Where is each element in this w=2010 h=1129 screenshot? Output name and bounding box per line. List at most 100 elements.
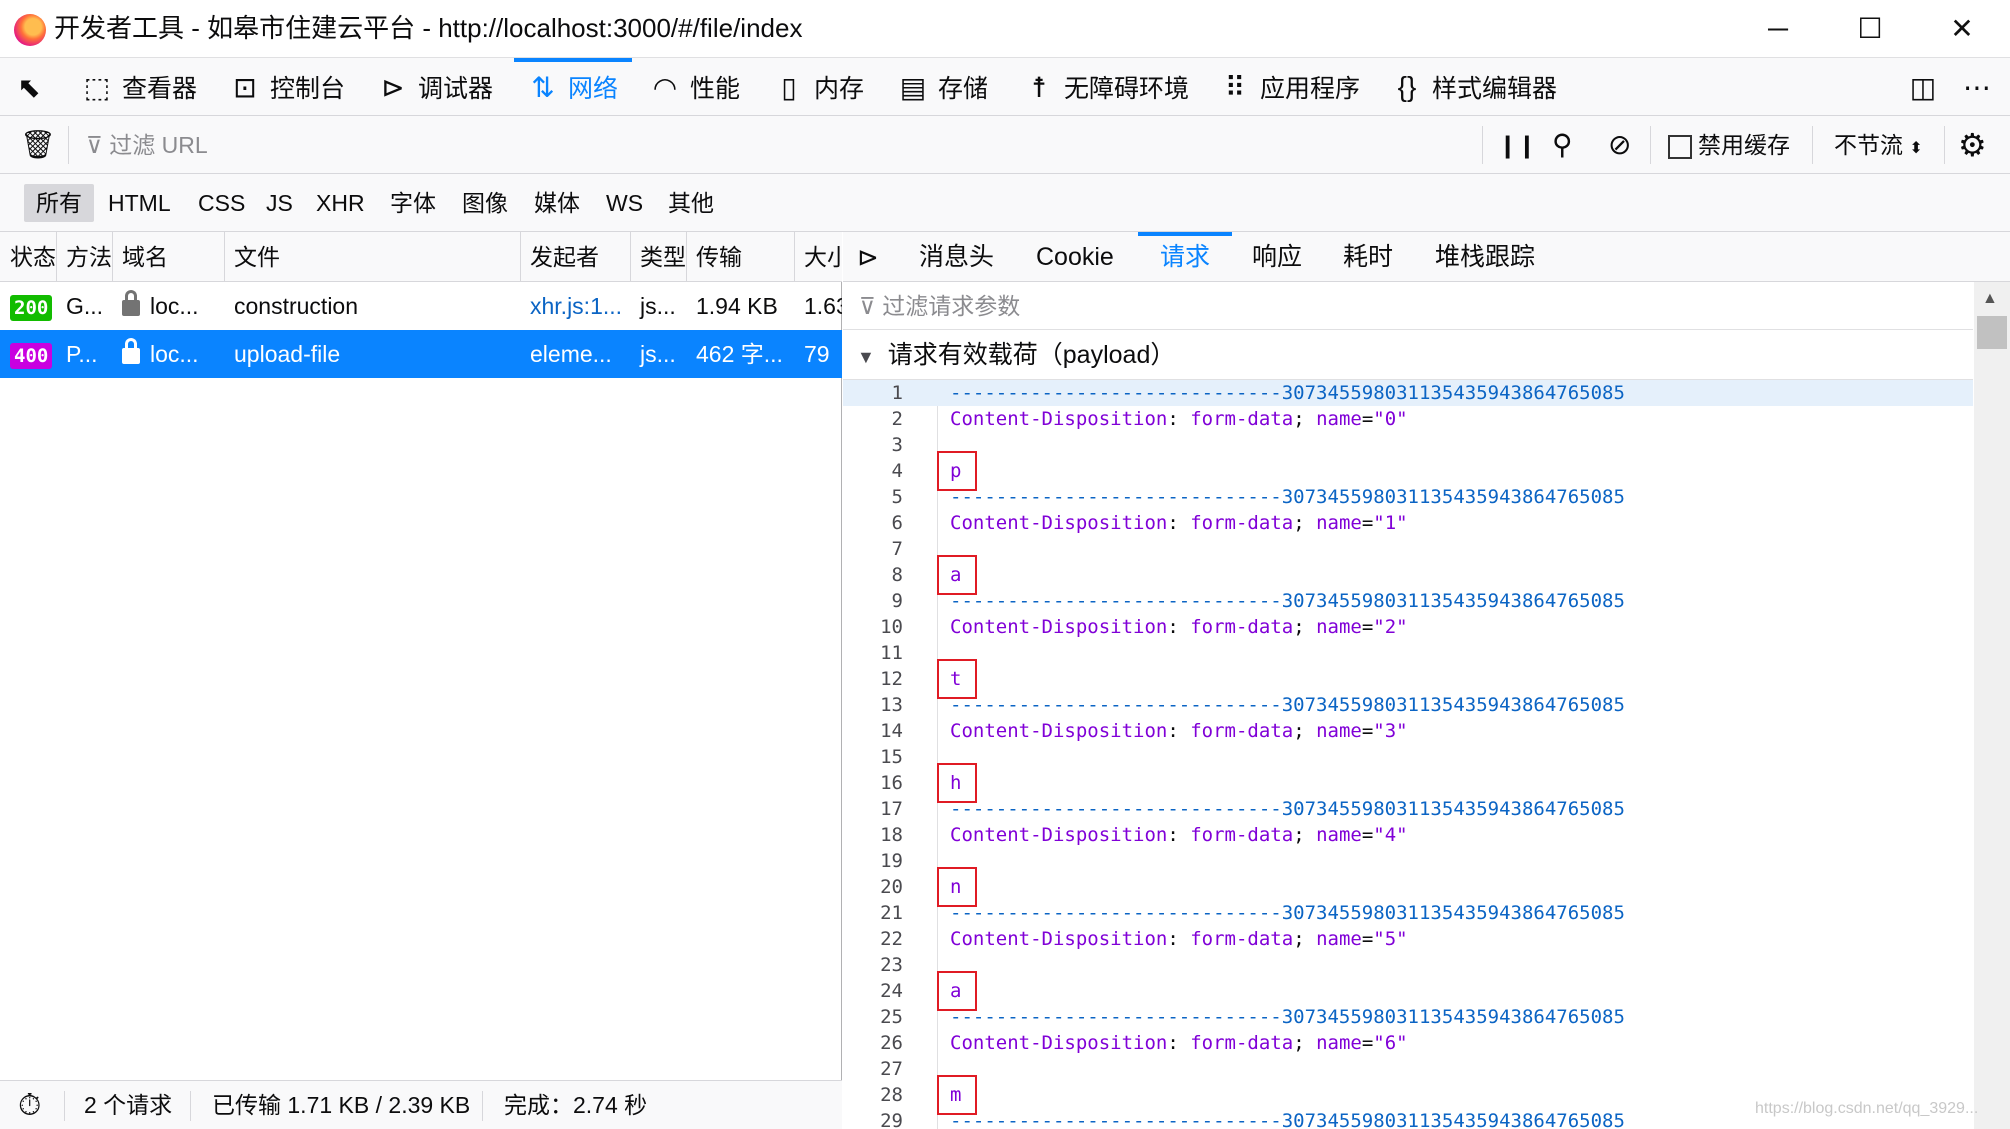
block-icon: ⊘: [1608, 129, 1632, 160]
settings-button[interactable]: ⚙: [1958, 116, 1987, 174]
column-file[interactable]: 文件: [224, 232, 520, 281]
payload-section-header[interactable]: ▼ 请求有效载荷（payload）: [843, 330, 1973, 380]
request-row[interactable]: 400 P... loc... upload-file eleme... js.…: [0, 330, 842, 378]
close-button[interactable]: ✕: [1916, 0, 2008, 58]
line-number: 16: [880, 772, 903, 794]
window-title: 开发者工具 - 如皋市住建云平台 - http://localhost:3000…: [54, 13, 803, 43]
throttle-select[interactable]: 不节流 ⬍: [1834, 116, 1923, 178]
finish-time: 完成：2.74 秒: [504, 1092, 648, 1118]
line-number: 24: [880, 980, 903, 1002]
tab-stack-trace[interactable]: 堆栈跟踪: [1435, 232, 1535, 282]
pick-element-button[interactable]: ⬉: [14, 58, 54, 116]
code-line: 5 -----------------------------3073455980…: [843, 484, 1973, 510]
maximize-button[interactable]: ☐: [1824, 0, 1916, 58]
tab-label: 性能: [690, 75, 741, 103]
column-method[interactable]: 方法: [56, 232, 112, 281]
column-transferred[interactable]: 传输: [686, 232, 794, 281]
tab-headers[interactable]: 消息头: [919, 232, 994, 282]
filter-fonts[interactable]: 字体: [378, 184, 448, 222]
code-line: 2 Content-Disposition: form-data; name="0…: [843, 406, 1973, 432]
size-cell: 79: [804, 341, 830, 367]
tab-accessibility[interactable]: ☨ 无障碍环境: [1024, 58, 1189, 116]
code-line: 26 Content-Disposition: form-data; name="…: [843, 1030, 1973, 1056]
filter-media[interactable]: 媒体: [522, 184, 592, 222]
request-list-panel: 状态 方法 域名 文件 发起者 类型 传输 大小 200 G... loc...…: [0, 232, 842, 1080]
checkbox-icon: [1668, 134, 1692, 159]
block-button[interactable]: ⊘: [1608, 116, 1631, 174]
code-line: 17 -----------------------------307345598…: [843, 796, 1973, 822]
minimize-button[interactable]: ─: [1732, 0, 1824, 58]
request-row[interactable]: 200 G... loc... construction xhr.js:1...…: [0, 282, 842, 330]
tab-request[interactable]: 请求: [1137, 232, 1233, 282]
tab-label: 内存: [814, 75, 865, 103]
details-tabbar: ⊳ 消息头 Cookie 请求 响应 耗时 堆栈跟踪: [843, 232, 2010, 282]
more-options-button[interactable]: ⋯: [1962, 58, 2002, 116]
filter-other[interactable]: 其他: [656, 184, 726, 222]
tab-application[interactable]: ⠿ 应用程序: [1220, 58, 1360, 116]
filter-images[interactable]: 图像: [450, 184, 520, 222]
transferred-summary: 已传输 1.71 KB / 2.39 KB: [212, 1092, 471, 1118]
performance-analysis-button[interactable]: ⏱: [18, 1081, 41, 1129]
filter-html[interactable]: HTML: [96, 184, 183, 222]
column-size[interactable]: 大小: [794, 232, 842, 281]
tab-memory[interactable]: ▯ 内存: [774, 58, 864, 116]
disable-cache-checkbox[interactable]: 禁用缓存: [1668, 116, 1790, 174]
line-number: 19: [880, 850, 903, 872]
status-badge: 400: [10, 342, 53, 369]
code-line: 3: [843, 432, 1973, 458]
tab-console[interactable]: ⊡ 控制台: [230, 58, 345, 116]
domain-cell: loc...: [112, 330, 224, 378]
tab-label: 查看器: [122, 75, 198, 103]
clear-button[interactable]: 🗑: [20, 116, 56, 174]
tab-style-editor[interactable]: {} 样式编辑器: [1392, 58, 1557, 116]
code-line: 21 -----------------------------307345598…: [843, 900, 1973, 926]
code-line: 1 -----------------------------3073455980…: [843, 380, 1973, 406]
line-number: 5: [891, 486, 903, 508]
payload-code-viewer[interactable]: 1 -----------------------------3073455980…: [843, 380, 1973, 1129]
line-number: 14: [880, 720, 903, 742]
filter-all[interactable]: 所有: [24, 184, 94, 222]
filter-css[interactable]: CSS: [186, 184, 257, 222]
filter-params-placeholder: 过滤请求参数: [882, 293, 1021, 319]
code-line: 23: [843, 952, 1973, 978]
tab-cookies[interactable]: Cookie: [1036, 232, 1114, 282]
column-domain[interactable]: 域名: [112, 232, 224, 281]
dock-toggle-button[interactable]: ◫: [1908, 58, 1948, 116]
vertical-scrollbar[interactable]: ▲: [1974, 282, 2010, 1129]
filter-params-input[interactable]: ⊽ 过滤请求参数: [843, 282, 1973, 330]
scrollbar-thumb[interactable]: [1977, 316, 2007, 349]
column-type[interactable]: 类型: [630, 232, 686, 281]
line-number: 18: [880, 824, 903, 846]
tab-storage[interactable]: ▤ 存储: [898, 58, 988, 116]
watermark: https://blog.csdn.net/qq_3929...: [1755, 1100, 1979, 1117]
filter-js[interactable]: JS: [254, 184, 305, 222]
initiator-cell[interactable]: xhr.js:1...: [520, 282, 630, 330]
code-line: 8a: [843, 562, 1973, 588]
tab-debugger[interactable]: ⊳ 调试器: [378, 58, 493, 116]
filter-xhr[interactable]: XHR: [304, 184, 377, 222]
line-text: -----------------------------30734559803…: [950, 798, 1625, 820]
tab-inspector[interactable]: ⬚ 查看器: [82, 58, 197, 116]
line-number: 25: [880, 1006, 903, 1028]
initiator-cell[interactable]: eleme...: [520, 330, 630, 378]
tab-performance[interactable]: ◠ 性能: [650, 58, 740, 116]
column-initiator[interactable]: 发起者: [520, 232, 630, 281]
request-details-panel: ⊳ 消息头 Cookie 请求 响应 耗时 堆栈跟踪 ⊽ 过滤请求参数 ▼ 请求…: [843, 232, 2010, 1129]
pause-button[interactable]: ❙❙: [1498, 116, 1537, 174]
tab-response[interactable]: 响应: [1252, 232, 1302, 282]
line-number: 12: [880, 668, 903, 690]
filter-ws[interactable]: WS: [594, 184, 655, 222]
code-line: 10 Content-Disposition: form-data; name="…: [843, 614, 1973, 640]
style-editor-icon: {}: [1397, 71, 1417, 102]
tab-network[interactable]: ⇅ 网络: [514, 58, 633, 116]
tab-label: 应用程序: [1260, 75, 1361, 103]
code-line: 22 Content-Disposition: form-data; name="…: [843, 926, 1973, 952]
column-status[interactable]: 状态: [0, 232, 56, 281]
toggle-sidebar-button[interactable]: ⊳: [857, 232, 879, 282]
pause-icon: ❙❙: [1498, 132, 1537, 158]
code-line: 9 -----------------------------3073455980…: [843, 588, 1973, 614]
filter-url-input[interactable]: ⊽ 过滤 URL: [86, 116, 208, 174]
tab-timings[interactable]: 耗时: [1343, 232, 1393, 282]
search-button[interactable]: ⚲: [1552, 116, 1573, 174]
tab-label: 控制台: [270, 75, 346, 103]
